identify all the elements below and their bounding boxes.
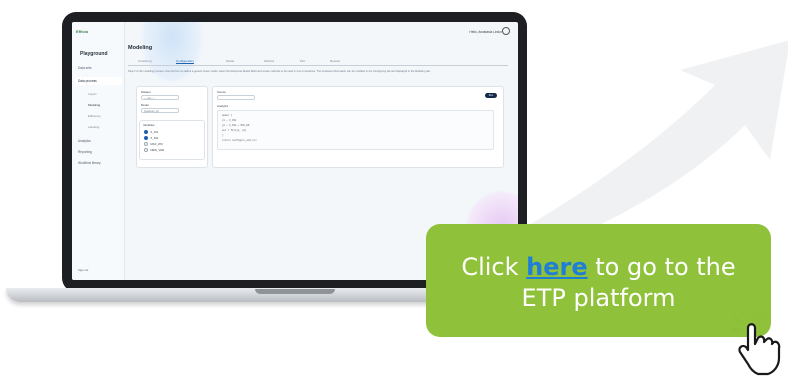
variable-option[interactable]: X_IN1 [144,130,158,135]
code-line: y1 ~ X_IN1 [222,119,237,122]
source-card: Source Analytics Run model { y1 ~ X_IN1 … [212,86,504,168]
cta-line2: ETP platform [521,284,676,312]
tab-clustering[interactable]: Clustering [138,59,152,63]
dataset-select[interactable]: — any — [141,95,179,100]
decor-blob [142,22,202,82]
sidebar-item-reporting[interactable]: Reporting [78,150,92,154]
code-line: out = fit(y1, y2) [222,129,247,132]
sidebar-subitem-modeling[interactable]: Modeling [88,103,100,107]
code-editor[interactable]: model { y1 ~ X_IN1 y2 ~ X_IN2 + MAX_WO o… [217,110,494,150]
code-line: } [222,134,224,137]
dataset-label: Dataset [141,90,151,94]
analytics-label: Analytics [217,104,229,108]
sidebar: Efficio Playground Data sets Data proces… [72,22,125,280]
user-greeting[interactable]: Hello, Anastasia Lindor [469,30,502,34]
tab-configuration[interactable]: Configuration [176,59,194,64]
tab-bar: Clustering Configuration Model Method Pl… [128,59,508,66]
tab-plot[interactable]: Plot [300,59,305,63]
configuration-card: Dataset — any — Model Quantum_lin Variab… [136,86,208,168]
sidebar-subitem-import[interactable]: Import [88,92,97,96]
sidebar-item-data-sets[interactable]: Data sets [78,66,91,70]
sidebar-item-analytics[interactable]: Analytics [78,139,91,143]
sidebar-item-workflow-library[interactable]: Workflow library [78,161,101,165]
page-title: Modeling [128,45,153,51]
variable-option[interactable]: NEW_VAR [144,148,164,153]
cta-banner: Click here to go to the ETP platform [426,224,771,337]
code-line: y2 ~ X_IN2 + MAX_WO [222,124,250,127]
app-logo: Efficio [76,29,89,34]
sidebar-item-data-process[interactable]: Data process [75,77,122,85]
cta-here-link[interactable]: here [526,253,587,281]
model-label: Model [141,103,149,107]
variables-panel: Variables X_IN1 X_IN2 MAX_WO NEW_VAR [139,120,205,160]
sidebar-title: Playground [80,51,108,57]
variable-option[interactable]: MAX_WO [144,142,163,147]
laptop-notch [255,289,335,294]
run-button[interactable]: Run [485,93,497,98]
page-description: Step 2 of the modeling process. Use this… [128,70,431,73]
radio-icon [144,130,149,135]
radio-icon [144,142,149,147]
tab-method[interactable]: Method [264,59,274,63]
sidebar-subitem-labeling[interactable]: Labeling [88,125,99,129]
tab-model[interactable]: Model [226,59,234,63]
code-line: model { [222,114,233,117]
model-select[interactable]: Quantum_lin [141,108,179,113]
hand-click-icon [730,307,781,376]
sidebar-subitem-efficiency[interactable]: Efficiency [88,114,101,118]
tab-results[interactable]: Results [330,59,340,63]
radio-icon [144,136,149,141]
cta-prefix: Click [461,253,527,281]
code-line: return configure_and_run [222,139,257,142]
cta-suffix: to go to the [587,253,736,281]
sidebar-signout[interactable]: Sign out [78,268,88,272]
user-avatar-icon[interactable] [502,27,510,35]
source-input[interactable] [217,95,255,100]
variable-option[interactable]: X_IN2 [144,136,158,141]
cta-text: Click here to go to the ETP platform [426,252,771,314]
variables-title: Variables [143,123,155,127]
radio-icon [144,148,149,153]
source-title: Source [217,90,226,94]
